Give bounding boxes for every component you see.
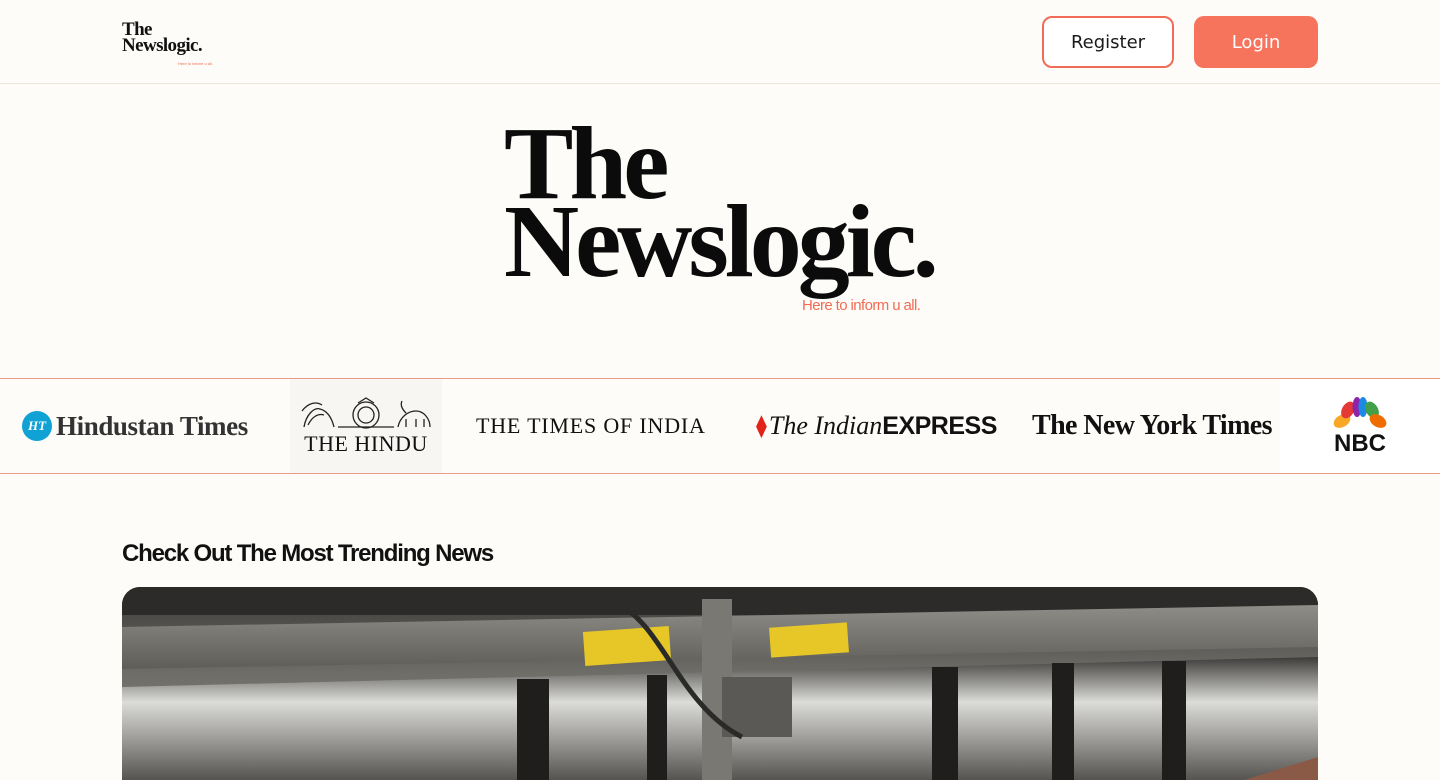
hindu-emblem-icon [301, 397, 431, 429]
publisher-name: NBC [1334, 430, 1386, 457]
trending-section-title: Check Out The Most Trending News [122, 540, 494, 567]
publisher-name: The New York Times [1032, 410, 1273, 441]
header-logo-tagline: Here to inform u all. [178, 61, 213, 66]
hero-title-line2: Newslogic. [504, 184, 939, 299]
login-button[interactable]: Login [1194, 16, 1318, 68]
ht-badge-icon: HT [22, 411, 52, 441]
printing-press-image [122, 587, 1318, 780]
site-header: The Newslogic. Here to inform u all. Reg… [0, 0, 1440, 84]
publisher-hindustan-times[interactable]: HT Hindustan Times [22, 379, 248, 473]
header-logo[interactable]: The Newslogic. Here to inform u all. [122, 20, 213, 66]
trending-feature-image[interactable] [122, 587, 1318, 780]
register-button[interactable]: Register [1042, 16, 1174, 68]
publisher-nbc[interactable]: NBC [1280, 379, 1440, 473]
publisher-name: THE TIMES OF INDIA [476, 413, 706, 438]
hero-tagline: Here to inform u all. [802, 297, 921, 314]
publisher-name: THE HINDU [304, 431, 428, 456]
publisher-name: Hindustan Times [56, 410, 248, 441]
nbc-peacock-icon [1333, 397, 1387, 431]
publisher-times-of-india[interactable]: THE TIMES OF INDIA [476, 379, 706, 473]
publisher-name-prefix: The Indian [768, 411, 883, 440]
header-logo-line2: Newslogic. [122, 35, 203, 56]
publisher-name-suffix: EXPRESS [882, 411, 997, 440]
express-mark-icon: ⧫ [756, 413, 767, 439]
publisher-new-york-times[interactable]: The New York Times [1032, 379, 1273, 473]
publisher-indian-express[interactable]: ⧫ The Indian EXPRESS [756, 379, 997, 473]
publisher-logo-strip: HT Hindustan Times THE HINDU THE TIMES O… [0, 378, 1440, 474]
publisher-the-hindu[interactable]: THE HINDU [290, 379, 442, 473]
